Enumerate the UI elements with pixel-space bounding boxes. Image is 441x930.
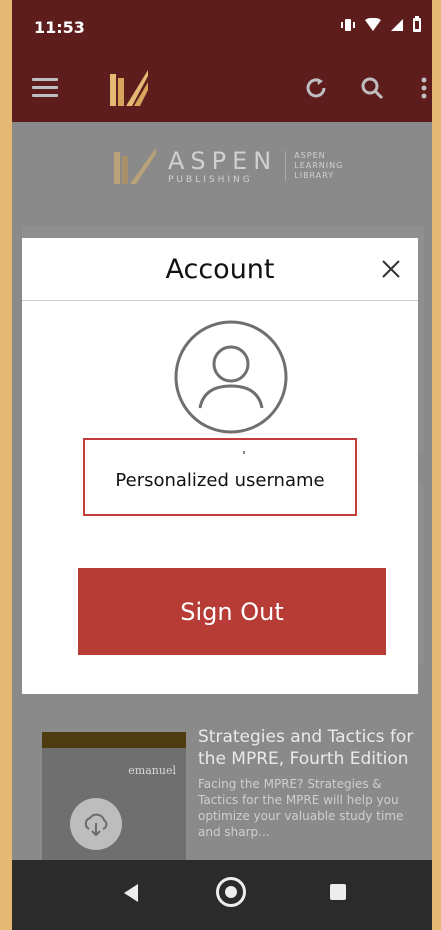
status-icons (340, 16, 422, 36)
app-bar (12, 56, 432, 122)
cloud-download-icon (84, 813, 108, 837)
book-title-line2: the MPRE, Fourth Edition (198, 749, 409, 769)
account-dialog: Account Personalized username Sign Out (22, 238, 418, 694)
book-cover: emanuel (42, 732, 186, 872)
close-icon[interactable] (380, 258, 402, 280)
brand-library-label: ASPEN LEARNING LIBRARY (285, 151, 343, 181)
status-bar: 11:53 (12, 0, 432, 56)
book-cover-brand: emanuel (128, 764, 176, 777)
aspen-brand-logo-icon (114, 148, 156, 184)
username-highlight-box: Personalized username (83, 438, 357, 516)
book-cover-band (42, 732, 186, 748)
book-title-line1: Strategies and Tactics for (198, 727, 414, 747)
more-options-icon[interactable] (420, 76, 428, 100)
recent-apps-icon[interactable] (330, 884, 346, 900)
download-button[interactable] (70, 798, 122, 850)
aspen-logo-icon (110, 70, 148, 106)
home-icon[interactable] (216, 877, 246, 907)
search-icon[interactable] (360, 76, 384, 100)
brand-library-line1: ASPEN (294, 151, 326, 160)
back-icon[interactable] (124, 884, 138, 902)
aspen-brand-header: ASPEN PUBLISHING ASPEN LEARNING LIBRARY (112, 146, 343, 186)
avatar-icon (174, 320, 288, 434)
book-title: Strategies and Tactics for the MPRE, Fou… (198, 726, 418, 770)
book-description: Facing the MPRE? Strategies & Tactics fo… (198, 777, 404, 839)
vibrate-icon (340, 17, 356, 36)
system-nav-bar (12, 860, 432, 930)
refresh-icon[interactable] (304, 76, 328, 100)
brand-library-line2: LEARNING (294, 161, 344, 170)
brand-library-line3: LIBRARY (294, 171, 335, 180)
dialog-divider (22, 300, 418, 301)
battery-icon (412, 16, 422, 36)
username-label: Personalized username (115, 470, 325, 491)
signal-icon (390, 17, 404, 36)
brand-sub: PUBLISHING (168, 175, 253, 185)
status-time: 11:53 (34, 18, 85, 37)
wifi-icon (364, 17, 382, 36)
menu-icon[interactable] (32, 78, 58, 98)
sign-out-button[interactable]: Sign Out (78, 568, 386, 655)
dialog-title: Account (165, 254, 275, 285)
brand-name: ASPEN (168, 147, 278, 175)
